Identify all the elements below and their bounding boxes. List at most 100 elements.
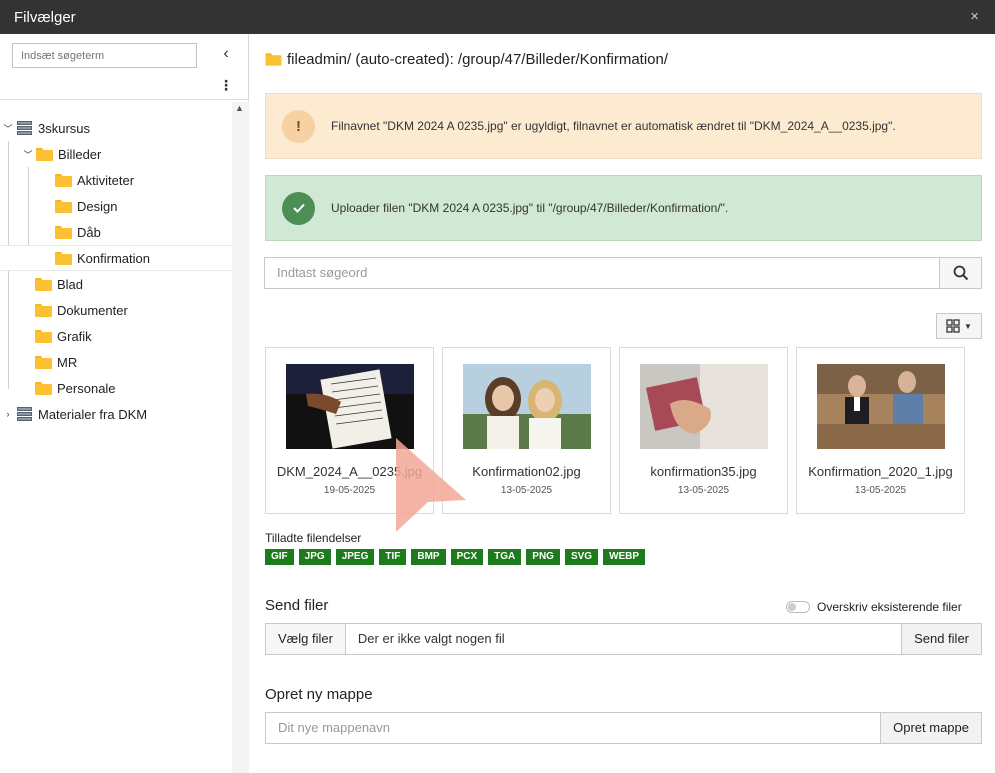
path-text: fileadmin/ (auto-created): /group/47/Bil… [287,51,669,68]
folder-icon [55,251,72,265]
close-icon[interactable]: × [970,8,979,25]
send-files-button[interactable]: Send filer [901,624,981,654]
tree-search-input[interactable] [12,43,197,68]
file-thumbnail[interactable] [817,364,945,449]
collapse-chevron-icon[interactable]: ﹀ [2,122,14,135]
folder-icon [265,53,282,66]
success-text: Uploader filen "DKM 2024 A 0235.jpg" til… [331,201,729,215]
file-name: Konfirmation_2020_1.jpg [808,464,953,479]
file-search: Indtast søgeord [264,257,982,289]
extension-badge: TIF [379,549,407,565]
upload-section-title: Send filer [265,597,329,614]
warning-icon: ! [282,109,315,143]
tree-node-label: 3skursus [38,120,91,136]
extension-badge: GIF [265,549,294,565]
caret-down-icon: ▼ [964,321,972,331]
success-alert: Uploader filen "DKM 2024 A 0235.jpg" til… [265,175,982,241]
folder-icon [55,199,72,213]
tree-node-dokumenter[interactable]: Dokumenter [35,297,128,323]
file-date: 13-05-2025 [677,485,730,496]
extension-badge: PNG [526,549,560,565]
tree-node-label: Dokumenter [57,302,128,318]
allowed-extensions-title: Tilladte filendelser [265,531,362,545]
sidebar: ‹ ⋮ ▲ ﹀ 3skursus ﹀ Billeder Aktiviteter … [0,34,249,773]
kebab-menu-icon[interactable]: ⋮ [218,76,234,94]
toggle-switch[interactable] [786,601,810,613]
tree-node-label: MR [57,354,78,370]
tree-node-konfirmation[interactable]: Konfirmation [0,245,232,271]
extension-badge: PCX [450,549,484,565]
file-card[interactable]: konfirmation35.jpg 13-05-2025 [619,347,788,514]
window-title: Filvælger [14,8,76,26]
extension-badge: BMP [411,549,446,565]
file-card[interactable]: Konfirmation_2020_1.jpg 13-05-2025 [796,347,965,514]
tree-node-3skursus[interactable]: ﹀ 3skursus [2,115,90,141]
folder-icon [36,147,53,161]
tree-node-label: Design [77,198,118,214]
new-folder-input-group: Dit nye mappenavn Opret mappe [265,712,982,744]
file-name: konfirmation35.jpg [650,464,757,479]
view-mode-button[interactable]: ▼ [936,313,982,339]
tree-node-personale[interactable]: Personale [35,375,116,401]
expand-chevron-icon[interactable]: › [2,409,14,419]
extension-badge: WEBP [603,549,646,565]
check-icon [282,191,315,225]
tree-node-label: Billeder [58,146,102,162]
file-date: 13-05-2025 [854,485,907,496]
tree-node-grafik[interactable]: Grafik [35,323,92,349]
tree-node-materialer-fra-dkm[interactable]: › Materialer fra DKM [2,401,147,427]
server-icon [16,120,33,136]
mouse-pointer-icon [396,438,466,532]
folder-icon [35,303,52,317]
folder-icon [35,355,52,369]
tree-node-blad[interactable]: Blad [35,271,83,297]
choose-files-button[interactable]: Vælg filer [266,624,346,654]
allowed-extensions-list: GIF JPG JPEG TIF BMP PCX TGA PNG SVG WEB… [265,549,646,565]
file-search-input[interactable]: Indtast søgeord [265,258,939,288]
tree-node-aktiviteter[interactable]: Aktiviteter [55,167,134,193]
warning-text: Filnavnet "DKM 2024 A 0235.jpg" er ugyld… [331,119,896,133]
create-folder-button[interactable]: Opret mappe [880,713,981,743]
scroll-up-icon[interactable]: ▲ [235,103,244,113]
tree-scrollbar[interactable]: ▲ [232,102,249,773]
tree-node-label: Dåb [77,224,101,240]
folder-icon [55,225,72,239]
chosen-file-text: Der er ikke valgt nogen fil [357,631,505,646]
new-folder-section-title: Opret ny mappe [265,686,373,703]
current-path: fileadmin/ (auto-created): /group/47/Bil… [265,51,668,68]
extension-badge: JPEG [335,549,375,565]
search-button[interactable] [939,258,981,288]
tree-node-mr[interactable]: MR [35,349,77,375]
tree-node-label: Blad [57,276,84,292]
extension-badge: SVG [564,549,599,565]
extension-badge: TGA [488,549,522,565]
tree-node-label: Grafik [57,328,92,344]
grid-icon [946,319,960,333]
folder-icon [35,381,52,395]
collapse-sidebar-icon[interactable]: ‹ [218,45,234,63]
tree-node-label: Aktiviteter [77,172,135,188]
server-icon [16,406,33,422]
tree-node-billeder[interactable]: ﹀ Billeder [22,141,101,167]
overwrite-label: Overskriv eksisterende filer [817,600,962,614]
extension-badge: JPG [298,549,331,565]
sidebar-divider [0,99,249,100]
collapse-chevron-icon[interactable]: ﹀ [22,148,34,161]
file-thumbnail[interactable] [640,364,768,449]
search-icon [953,265,968,281]
file-thumbnail[interactable] [463,364,591,449]
new-folder-input[interactable]: Dit nye mappenavn [266,713,880,743]
main-panel: fileadmin/ (auto-created): /group/47/Bil… [249,34,995,773]
warning-alert: ! Filnavnet "DKM 2024 A 0235.jpg" er ugy… [265,93,982,159]
tree-node-daab[interactable]: Dåb [55,219,101,245]
folder-icon [55,173,72,187]
tree-node-label: Konfirmation [77,250,150,266]
window-titlebar: Filvælger × [0,0,995,34]
upload-input-group: Vælg filer Der er ikke valgt nogen fil S… [265,623,982,655]
tree-node-label: Personale [57,380,116,396]
tree-node-design[interactable]: Design [55,193,117,219]
tree-node-label: Materialer fra DKM [38,406,148,422]
folder-tree: ▲ ﹀ 3skursus ﹀ Billeder Aktiviteter Desi… [0,102,249,773]
folder-icon [35,329,52,343]
overwrite-toggle[interactable]: Overskriv eksisterende filer [786,600,962,614]
